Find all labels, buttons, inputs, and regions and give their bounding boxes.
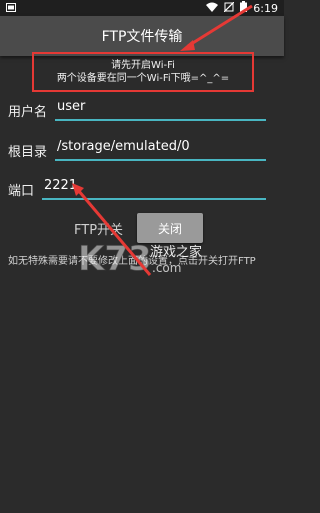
port-row: 端口 2221 — [8, 176, 270, 202]
root-dir-field[interactable]: /storage/emulated/0 — [55, 139, 266, 161]
svg-text:游戏之家: 游戏之家 — [150, 244, 202, 260]
battery-icon — [240, 1, 248, 15]
root-dir-row: 根目录 /storage/emulated/0 — [8, 137, 270, 163]
k73-watermark: K73 游戏之家 .com — [78, 236, 238, 282]
wifi-notice: 请先开启Wi-Fi 两个设备要在同一个Wi-Fi下哦=^_^= — [32, 52, 254, 92]
port-field[interactable]: 2221 — [42, 178, 266, 200]
wifi-icon — [206, 2, 219, 15]
username-label: 用户名 — [8, 105, 48, 120]
notice-line-1: 请先开启Wi-Fi — [111, 60, 175, 71]
no-sim-icon — [223, 1, 235, 15]
port-label: 端口 — [8, 184, 35, 199]
svg-text:.com: .com — [152, 261, 181, 275]
status-bar: 6:19 — [0, 0, 284, 16]
app-bar: FTP文件传输 — [0, 16, 284, 56]
sim-card-icon — [6, 2, 16, 15]
notice-line-2: 两个设备要在同一个Wi-Fi下哦=^_^= — [56, 73, 230, 84]
root-dir-label: 根目录 — [8, 145, 48, 160]
svg-text:K73: K73 — [78, 239, 152, 279]
username-row: 用户名 user — [8, 97, 270, 123]
username-field[interactable]: user — [55, 99, 266, 121]
app-title: FTP文件传输 — [101, 29, 183, 45]
status-time: 6:19 — [253, 1, 278, 15]
